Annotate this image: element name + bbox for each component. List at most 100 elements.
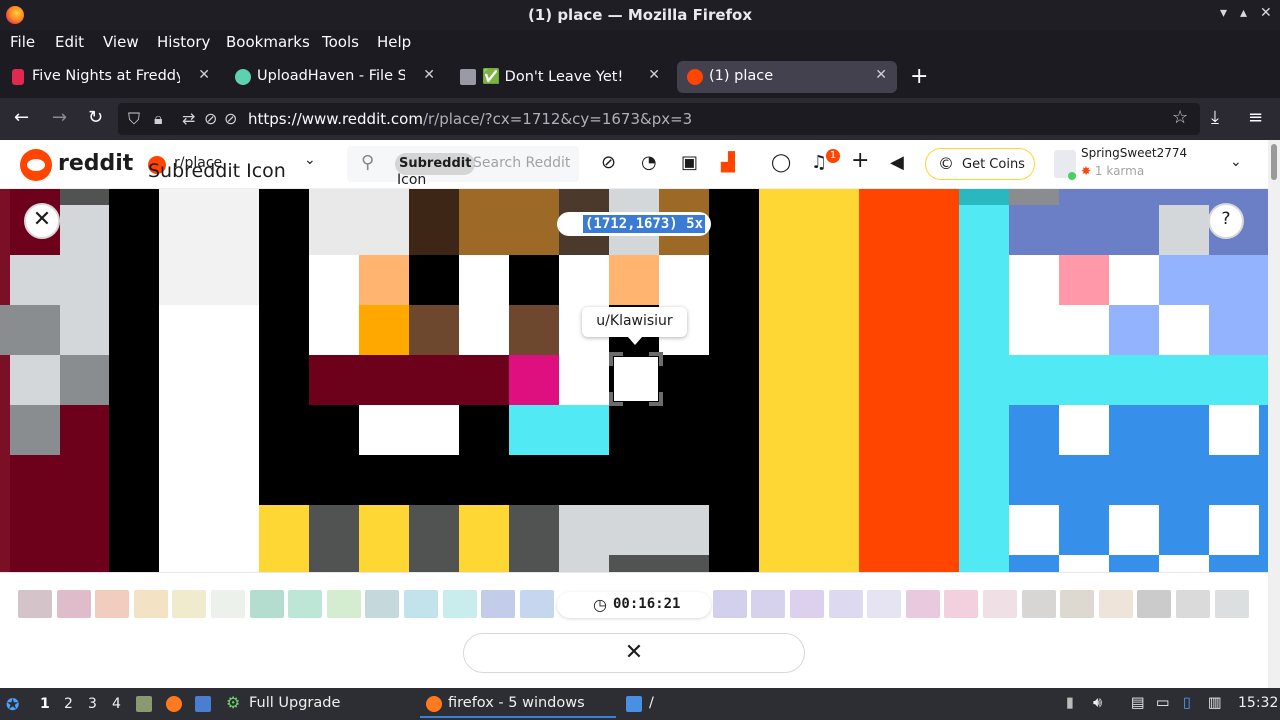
page-scrollbar[interactable] xyxy=(1268,140,1280,688)
camera-blocked-icon[interactable]: ⊘ xyxy=(204,109,217,128)
clock[interactable]: 15:32 xyxy=(1238,695,1278,711)
color-swatch[interactable] xyxy=(326,590,361,618)
color-swatch[interactable] xyxy=(519,590,554,618)
color-swatch[interactable] xyxy=(56,590,91,618)
reload-icon[interactable]: ↻ xyxy=(88,107,103,128)
color-swatch[interactable] xyxy=(133,590,168,618)
downloads-icon[interactable]: ⤓ xyxy=(1211,107,1219,128)
firefox-launcher-icon[interactable] xyxy=(166,696,182,712)
color-swatch[interactable] xyxy=(1021,590,1056,618)
color-swatch[interactable] xyxy=(944,590,979,618)
full-upgrade-task[interactable]: Full Upgrade xyxy=(249,695,340,711)
search-input[interactable]: Search Reddit xyxy=(473,155,570,171)
color-swatch[interactable] xyxy=(1214,590,1249,618)
close-place-button[interactable]: ✕ xyxy=(24,203,60,239)
coordinates-text[interactable]: (1712,1673) 5x xyxy=(583,215,706,233)
lock-icon[interactable]: 🔒︎ xyxy=(154,109,163,129)
tab-close-icon[interactable]: ✕ xyxy=(198,67,210,83)
selection-reticle[interactable] xyxy=(609,352,663,406)
display-icon[interactable]: ▭ xyxy=(1156,695,1170,711)
color-swatch[interactable] xyxy=(95,590,130,618)
user-menu[interactable]: SpringSweet2774 ✸ 1 karma ⌄ xyxy=(1050,144,1250,184)
file-manager-launcher-icon[interactable] xyxy=(136,696,152,712)
color-swatch[interactable] xyxy=(751,590,786,618)
color-swatch[interactable] xyxy=(404,590,438,618)
color-swatch[interactable] xyxy=(249,590,284,618)
menu-bookmarks[interactable]: Bookmarks xyxy=(226,33,310,51)
color-swatch[interactable] xyxy=(442,590,477,618)
color-swatch[interactable] xyxy=(867,590,902,618)
reddit-logo-icon[interactable] xyxy=(20,149,52,181)
color-swatch[interactable] xyxy=(1137,590,1172,618)
back-icon[interactable]: ← xyxy=(14,107,29,128)
color-swatch[interactable] xyxy=(211,590,245,618)
popular-icon[interactable]: ⊘ xyxy=(601,152,616,173)
workspace-4[interactable]: 4 xyxy=(112,696,121,712)
battery-icon[interactable]: ▮ xyxy=(1066,695,1074,711)
workspace-2[interactable]: 2 xyxy=(64,696,73,712)
color-swatch[interactable] xyxy=(790,590,824,618)
search-box[interactable]: ⚲ Subreddit Icon Search Reddit xyxy=(347,146,579,188)
color-swatch[interactable] xyxy=(481,590,516,618)
color-swatch[interactable] xyxy=(1098,590,1133,618)
maximize-icon[interactable]: ▴ xyxy=(1240,5,1247,21)
coordinates-pill[interactable]: (1712,1673) 5x xyxy=(557,212,711,236)
autoplay-blocked-icon[interactable]: ⊘ xyxy=(224,109,237,128)
start-menu-icon[interactable]: ✪ xyxy=(6,695,19,714)
tab-uploadhaven[interactable]: UploadHaven - File Sharin ✕ xyxy=(225,61,445,93)
chat-icon[interactable]: ◯ xyxy=(771,152,791,173)
tab-close-icon[interactable]: ✕ xyxy=(423,67,435,83)
get-coins-button[interactable]: © Get Coins xyxy=(925,148,1035,180)
create-post-icon[interactable]: + xyxy=(851,148,869,173)
color-swatch[interactable] xyxy=(18,590,52,618)
permissions-icon[interactable]: ⇄ xyxy=(182,109,195,128)
tab-place[interactable]: (1) place ✕ xyxy=(677,61,897,93)
color-swatch[interactable] xyxy=(288,590,323,618)
subreddit-selector[interactable]: r/place Subreddit Icon ⌄ xyxy=(148,152,318,182)
pixel-owner-username[interactable]: u/Klawisiur xyxy=(582,313,687,329)
forward-icon[interactable]: → xyxy=(52,107,67,128)
menu-history[interactable]: History xyxy=(157,33,210,51)
color-swatch[interactable] xyxy=(1176,590,1210,618)
firefox-task[interactable]: firefox - 5 windows xyxy=(420,690,616,718)
cancel-button[interactable]: ✕ xyxy=(463,633,805,673)
menu-tools[interactable]: Tools xyxy=(322,33,359,51)
folder-task-label[interactable]: / xyxy=(649,695,654,711)
notifications-icon[interactable]: ♫ xyxy=(811,152,827,173)
url-bar[interactable]: ⛉ 🔒︎ ⇄ ⊘ ⊘ https://www.reddit.com/r/plac… xyxy=(118,103,1200,135)
new-tab-icon[interactable]: + xyxy=(910,64,928,89)
advertise-icon[interactable]: ◀ xyxy=(890,152,904,173)
terminal-launcher-icon[interactable] xyxy=(195,696,211,712)
minimize-icon[interactable]: ▾ xyxy=(1220,5,1227,21)
color-swatch[interactable] xyxy=(828,590,863,618)
place-canvas[interactable]: ✕ ? (1712,1673) 5x u/Klawisiur xyxy=(0,189,1268,572)
color-swatch[interactable] xyxy=(1060,590,1095,618)
color-swatch[interactable] xyxy=(983,590,1017,618)
scrollbar-thumb[interactable] xyxy=(1271,144,1277,180)
tab-dont-leave[interactable]: ✅ Don't Leave Yet! ✕ xyxy=(450,61,670,93)
url-text[interactable]: https://www.reddit.com/r/place/?cx=1712&… xyxy=(248,110,692,128)
clipboard-icon[interactable]: ▤ xyxy=(1131,695,1145,711)
help-button[interactable]: ? xyxy=(1208,203,1244,239)
stats-icon[interactable]: ◔ xyxy=(641,152,657,173)
shield-icon[interactable]: ⛉ xyxy=(128,109,140,129)
tab-close-icon[interactable]: ✕ xyxy=(648,67,660,83)
close-window-icon[interactable]: ✕ xyxy=(1260,5,1272,21)
volume-icon[interactable]: 🔊︎ xyxy=(1093,695,1102,711)
menu-view[interactable]: View xyxy=(103,33,139,51)
updates-icon[interactable]: ▯ xyxy=(1183,695,1191,711)
workspace-3[interactable]: 3 xyxy=(88,696,97,712)
color-swatch[interactable] xyxy=(905,590,940,618)
color-swatch[interactable] xyxy=(172,590,207,618)
menu-file[interactable]: File xyxy=(10,33,35,51)
place-icon[interactable]: ▟ xyxy=(721,152,735,173)
folder-icon[interactable] xyxy=(626,696,642,712)
reddit-wordmark[interactable]: reddit xyxy=(58,151,133,176)
color-swatch[interactable] xyxy=(365,590,400,618)
live-icon[interactable]: ▣ xyxy=(681,152,698,173)
hamburger-menu-icon[interactable]: ≡ xyxy=(1248,107,1263,128)
network-icon[interactable]: ▥ xyxy=(1208,695,1222,711)
tab-fnaf[interactable]: Five Nights at Freddy's: S ✕ xyxy=(0,61,220,93)
menu-help[interactable]: Help xyxy=(377,33,411,51)
tab-close-icon[interactable]: ✕ xyxy=(875,67,887,83)
